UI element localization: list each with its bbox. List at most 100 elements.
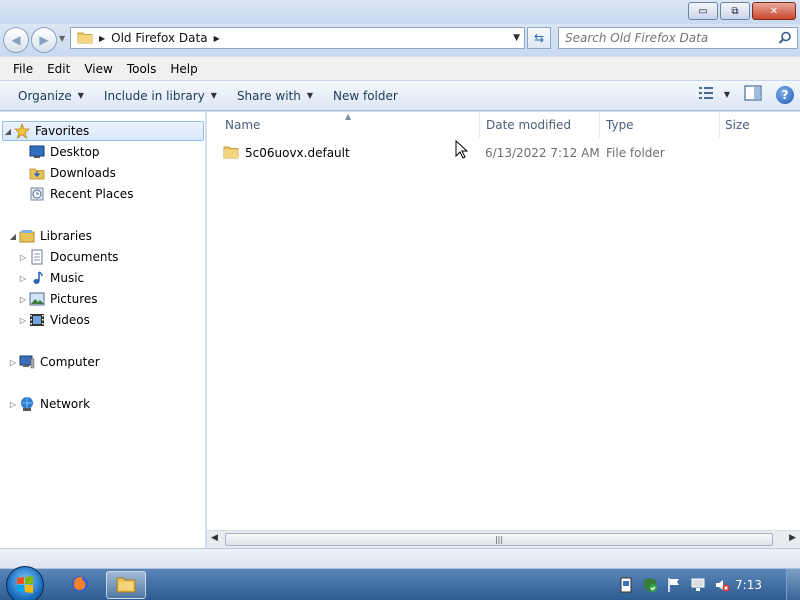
pictures-icon xyxy=(28,291,46,307)
nav-computer-label: Computer xyxy=(40,355,100,369)
expand-arrow-icon[interactable]: ▷ xyxy=(18,253,28,262)
address-bar[interactable]: ▶ Old Firefox Data ▶ ▼ xyxy=(70,27,525,49)
organize-label: Organize xyxy=(18,88,72,103)
mouse-cursor-icon xyxy=(455,139,469,163)
menu-tools[interactable]: Tools xyxy=(122,62,162,76)
scrollbar-thumb[interactable]: ||| xyxy=(225,533,773,546)
explorer-folder-icon xyxy=(116,575,136,596)
expand-arrow-icon[interactable]: ▷ xyxy=(18,316,28,325)
windows-logo-icon xyxy=(15,574,35,597)
chevron-down-icon: ▼ xyxy=(210,91,217,100)
downloads-folder-icon xyxy=(28,165,46,181)
details-view-icon xyxy=(698,86,714,103)
command-bar: Organize ▼ Include in library ▼ Share wi… xyxy=(0,80,800,111)
taskbar-firefox[interactable] xyxy=(60,571,100,599)
scroll-right-icon[interactable]: ▶ xyxy=(789,533,796,543)
security-center-icon[interactable] xyxy=(642,577,658,593)
nav-computer[interactable]: ▷ Computer xyxy=(8,352,100,372)
include-in-library-button[interactable]: Include in library ▼ xyxy=(94,89,227,103)
collapse-arrow-icon[interactable]: ◢ xyxy=(8,232,18,241)
network-tray-icon[interactable] xyxy=(690,577,706,593)
chevron-down-icon[interactable]: ▼ xyxy=(724,90,730,99)
menu-file[interactable]: File xyxy=(8,62,38,76)
change-view-button[interactable]: ▼ xyxy=(698,86,730,103)
notepad-tray-icon[interactable] xyxy=(618,577,634,593)
column-header-date-modified[interactable]: Date modified xyxy=(476,112,600,138)
videos-icon xyxy=(28,312,46,328)
expand-arrow-icon[interactable]: ▷ xyxy=(18,274,28,283)
forward-arrow-icon: ▶ xyxy=(39,33,49,47)
column-header-name[interactable]: Name xyxy=(215,112,480,138)
nav-videos-label: Videos xyxy=(50,313,90,327)
file-row[interactable]: 5c06uovx.default 6/13/2022 7:12 AM File … xyxy=(223,142,783,164)
expand-arrow-icon[interactable]: ▷ xyxy=(18,295,28,304)
forward-button[interactable]: ▶ xyxy=(31,27,57,53)
nav-network-label: Network xyxy=(40,397,91,411)
file-date-modified: 6/13/2022 7:12 AM xyxy=(485,146,600,160)
address-row: ◀ ▶ ▼ ▶ Old Firefox Data ▶ ▼ ⇆ xyxy=(0,24,800,56)
refresh-button[interactable]: ⇆ xyxy=(527,27,551,49)
expand-arrow-icon[interactable]: ▷ xyxy=(8,400,18,409)
address-history-dropdown-icon[interactable]: ▼ xyxy=(513,33,520,43)
nav-desktop[interactable]: Desktop xyxy=(28,142,100,162)
breadcrumb-separator-icon[interactable]: ▶ xyxy=(214,34,220,43)
libraries-icon xyxy=(18,228,36,244)
menu-edit[interactable]: Edit xyxy=(42,62,75,76)
recent-pages-dropdown-icon[interactable]: ▼ xyxy=(59,34,65,43)
nav-pictures[interactable]: ▷ Pictures xyxy=(18,289,98,309)
breadcrumb-old-firefox-data[interactable]: Old Firefox Data xyxy=(111,31,207,45)
close-button[interactable]: ✕ xyxy=(752,2,796,20)
new-folder-button[interactable]: New folder xyxy=(323,89,408,103)
column-header-date-modified-label: Date modified xyxy=(486,118,572,132)
nav-recent-places-label: Recent Places xyxy=(50,187,134,201)
action-center-flag-icon[interactable] xyxy=(666,577,682,593)
nav-downloads-label: Downloads xyxy=(50,166,116,180)
nav-music[interactable]: ▷ Music xyxy=(18,268,84,288)
include-in-library-label: Include in library xyxy=(103,88,205,103)
desktop-icon xyxy=(28,144,46,160)
search-box[interactable] xyxy=(558,27,798,49)
column-header-type[interactable]: Type xyxy=(596,112,720,138)
nav-libraries[interactable]: ◢ Libraries xyxy=(8,226,92,246)
organize-button[interactable]: Organize ▼ xyxy=(8,89,94,103)
music-icon xyxy=(28,270,46,286)
back-button[interactable]: ◀ xyxy=(3,27,29,53)
nav-documents[interactable]: ▷ Documents xyxy=(18,247,118,267)
file-list-pane: ▲ Name Date modified Type Size 5c06uovx.… xyxy=(207,112,800,548)
search-input[interactable] xyxy=(565,31,765,45)
taskbar-explorer[interactable] xyxy=(106,571,146,599)
taskbar-clock[interactable]: 7:13 xyxy=(735,578,762,592)
breadcrumb-separator-icon[interactable]: ▶ xyxy=(99,34,105,43)
nav-videos[interactable]: ▷ Videos xyxy=(18,310,90,330)
help-icon[interactable]: ? xyxy=(776,85,794,104)
show-desktop-button[interactable] xyxy=(786,569,800,600)
maximize-button[interactable]: ⧉ xyxy=(720,2,750,20)
search-icon[interactable] xyxy=(778,31,792,48)
chevron-down-icon: ▼ xyxy=(306,91,313,100)
column-header-size[interactable]: Size xyxy=(715,112,800,138)
start-button[interactable] xyxy=(6,566,44,600)
nav-favorites[interactable]: ◢ Favorites xyxy=(2,121,204,141)
share-with-button[interactable]: Share with ▼ xyxy=(227,89,323,103)
details-pane xyxy=(0,548,800,568)
minimize-button[interactable]: ▭ xyxy=(688,2,718,20)
collapse-arrow-icon[interactable]: ◢ xyxy=(3,127,13,136)
preview-pane-icon[interactable] xyxy=(744,85,762,104)
nav-network[interactable]: ▷ Network xyxy=(8,394,90,414)
file-type: File folder xyxy=(606,146,665,160)
volume-muted-icon[interactable] xyxy=(714,577,730,593)
nav-downloads[interactable]: Downloads xyxy=(28,163,116,183)
column-header-type-label: Type xyxy=(606,118,634,132)
scroll-left-icon[interactable]: ◀ xyxy=(211,533,218,543)
horizontal-scrollbar[interactable]: ◀ ||| ▶ xyxy=(207,530,800,548)
file-name: 5c06uovx.default xyxy=(245,146,350,160)
taskbar: 7:13 xyxy=(0,566,800,600)
expand-arrow-icon[interactable]: ▷ xyxy=(8,358,18,367)
recent-places-icon xyxy=(28,186,46,202)
menu-help[interactable]: Help xyxy=(165,62,202,76)
documents-icon xyxy=(28,249,46,265)
file-name-cell[interactable]: 5c06uovx.default xyxy=(223,145,350,162)
nav-recent-places[interactable]: Recent Places xyxy=(28,184,133,204)
menu-view[interactable]: View xyxy=(79,62,117,76)
menu-bar: File Edit View Tools Help xyxy=(0,56,800,80)
